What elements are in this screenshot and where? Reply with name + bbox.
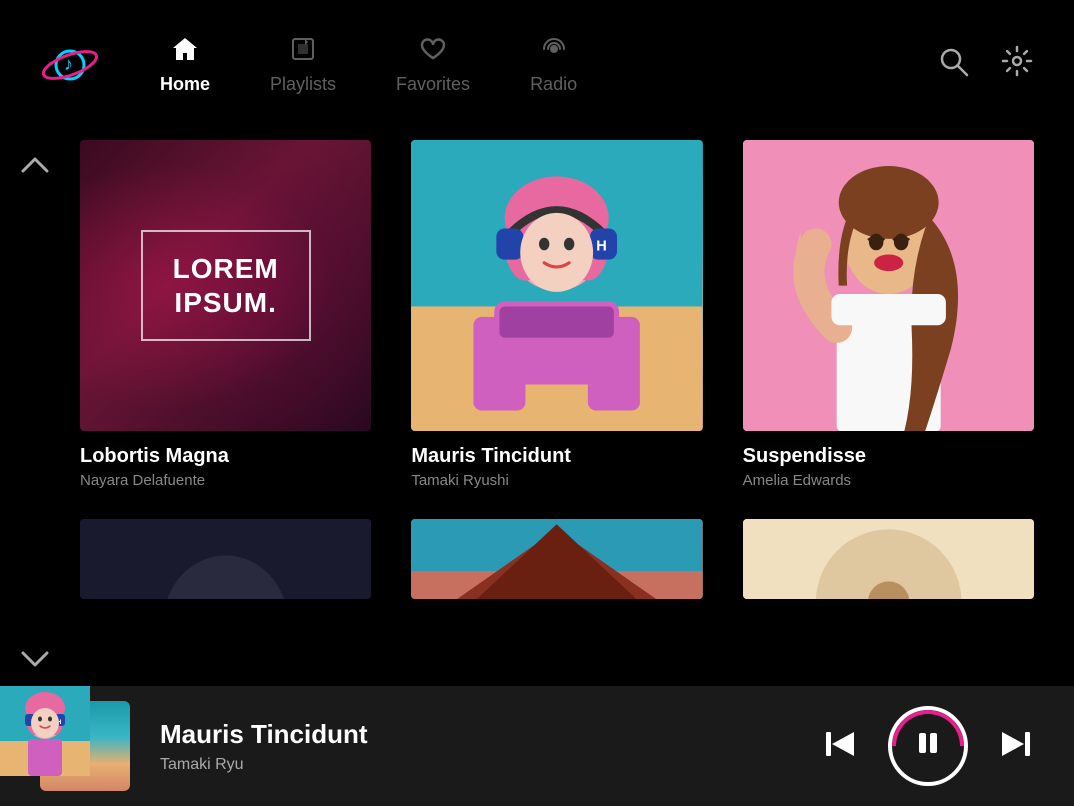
album-card-6[interactable]: [743, 519, 1034, 613]
pause-button[interactable]: [888, 706, 968, 786]
album-grid: LOREM IPSUM. Lobortis Magna Nayara Delaf…: [80, 130, 1034, 613]
nav-items: Home Playlists Favorites: [160, 35, 936, 95]
search-button[interactable]: [936, 44, 970, 86]
album-cover-5: [411, 519, 702, 599]
playlists-icon: [289, 35, 317, 68]
album-card-5[interactable]: [411, 519, 702, 613]
main-content: LOREM IPSUM. Lobortis Magna Nayara Delaf…: [0, 130, 1074, 686]
album-title-1: Lobortis Magna: [80, 445, 371, 468]
album-title-3: Suspendisse: [743, 445, 1034, 468]
nav-playlists[interactable]: Playlists: [270, 35, 336, 95]
app-logo[interactable]: ♪: [40, 35, 100, 95]
nav-right-actions: [936, 44, 1034, 86]
album-cover-6: [743, 519, 1034, 599]
top-navigation: ♪ Home Playlists: [0, 0, 1074, 130]
svg-text:♪: ♪: [64, 54, 73, 74]
nav-radio[interactable]: Radio: [530, 35, 577, 95]
svg-text:H: H: [597, 238, 608, 254]
prev-button[interactable]: [822, 726, 858, 767]
album-card-3[interactable]: Suspendisse Amelia Edwards: [743, 140, 1034, 489]
scroll-down-button[interactable]: [20, 644, 50, 676]
album-artist-1: Nayara Delafuente: [80, 472, 371, 489]
player-bar: H Mauris Tincidunt Tamaki Ryu: [0, 686, 1074, 806]
album-title-2: Mauris Tincidunt: [411, 445, 702, 468]
album-cover-3: [743, 140, 1034, 431]
player-artist: Tamaki Ryu: [160, 756, 792, 774]
album-cover-4: [80, 519, 371, 599]
pause-icon: [914, 729, 942, 764]
nav-home-label: Home: [160, 74, 210, 95]
player-info: Mauris Tincidunt Tamaki Ryu: [160, 719, 792, 774]
player-controls: [822, 706, 1034, 786]
album-artist-3: Amelia Edwards: [743, 472, 1034, 489]
next-button[interactable]: [998, 726, 1034, 767]
player-title: Mauris Tincidunt: [160, 719, 792, 750]
album-card-1[interactable]: LOREM IPSUM. Lobortis Magna Nayara Delaf…: [80, 140, 371, 489]
nav-favorites-label: Favorites: [396, 74, 470, 95]
nav-home[interactable]: Home: [160, 35, 210, 95]
nav-favorites[interactable]: Favorites: [396, 35, 470, 95]
player-thumbnail: H: [40, 701, 130, 791]
album-card-4[interactable]: [80, 519, 371, 613]
home-icon: [171, 35, 199, 68]
album-lorem-text-1: LOREM: [173, 252, 279, 286]
album-artist-2: Tamaki Ryushi: [411, 472, 702, 489]
album-cover-2: H: [411, 140, 702, 431]
settings-button[interactable]: [1000, 44, 1034, 86]
album-cover-1: LOREM IPSUM.: [80, 140, 371, 431]
album-lorem-text-2: IPSUM.: [173, 286, 279, 320]
radio-icon: [540, 35, 568, 68]
nav-playlists-label: Playlists: [270, 74, 336, 95]
scroll-up-button[interactable]: [20, 150, 50, 182]
album-card-2[interactable]: H: [411, 140, 702, 489]
favorites-icon: [419, 35, 447, 68]
nav-radio-label: Radio: [530, 74, 577, 95]
